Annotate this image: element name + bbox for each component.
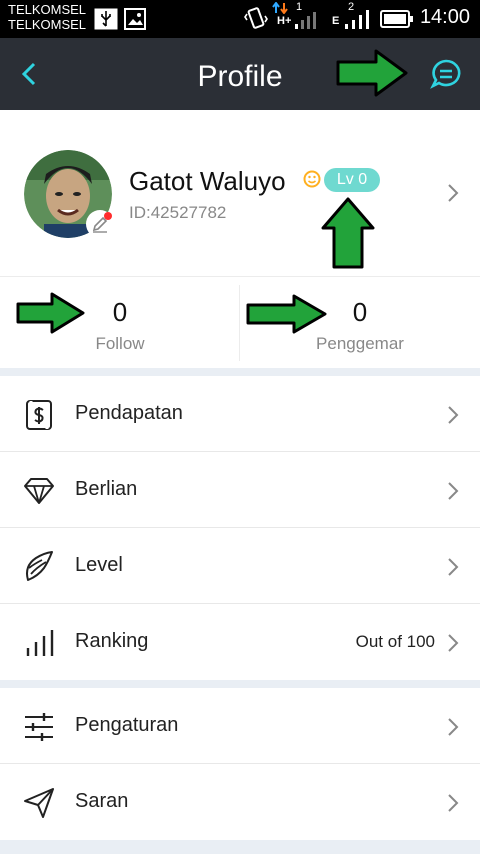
signal-bars-icon	[295, 12, 316, 29]
carrier-name-1: TELKOMSEL	[8, 2, 87, 17]
fans-count: 0	[352, 297, 368, 327]
menu-item-label: Pengaturan	[75, 714, 179, 736]
menu-item-saran[interactable]: Saran	[0, 764, 480, 840]
chevron-right-icon	[448, 634, 459, 652]
status-time: 14:00	[419, 6, 470, 28]
money-document-icon	[26, 400, 52, 430]
app-header: Profile	[0, 38, 480, 110]
profile-card[interactable]: Gatot Waluyo Lv 0 ID:42527782	[0, 110, 480, 276]
menu-item-label: Level	[75, 554, 123, 576]
signal-sim-2: 2 E	[330, 1, 376, 36]
follow-stat[interactable]: 0 Follow	[0, 277, 240, 369]
chevron-right-icon	[448, 406, 459, 424]
vibrate-icon	[244, 7, 268, 29]
pencil-icon	[92, 212, 112, 233]
menu-item-pendapatan[interactable]: Pendapatan	[0, 376, 480, 452]
follow-count: 0	[112, 297, 128, 327]
stats-section: 0 Follow 0 Penggemar	[0, 276, 480, 368]
chevron-right-icon	[448, 558, 459, 576]
menu-group-secondary: Pengaturan Saran	[0, 688, 480, 840]
menu-item-label: Pendapatan	[75, 402, 183, 424]
carrier-name-2: TELKOMSEL	[8, 17, 87, 32]
data-arrows-icon	[272, 2, 288, 14]
chevron-left-icon	[21, 62, 36, 86]
menu-item-pengaturan[interactable]: Pengaturan	[0, 688, 480, 764]
follow-label: Follow	[95, 334, 145, 353]
menu-item-label: Berlian	[75, 478, 138, 500]
level-badge: Lv 0	[324, 168, 380, 192]
signal-bars-icon	[345, 10, 369, 29]
status-bar: TELKOMSEL TELKOMSEL 1 H+ 2 E 14:00	[0, 0, 480, 38]
smiley-icon	[303, 170, 321, 188]
menu-item-label: Saran	[75, 790, 129, 812]
menu-item-berlian[interactable]: Berlian	[0, 452, 480, 528]
fans-label: Penggemar	[316, 334, 404, 353]
menu-item-level[interactable]: Level	[0, 528, 480, 604]
edit-avatar-button[interactable]	[86, 210, 114, 238]
fans-stat[interactable]: 0 Penggemar	[240, 277, 480, 369]
battery-icon	[380, 10, 413, 28]
back-button[interactable]	[14, 58, 46, 90]
usb-icon	[94, 8, 118, 30]
bar-chart-icon	[26, 630, 54, 656]
menu-item-ranking[interactable]: Ranking Out of 100	[0, 604, 480, 680]
signal-sim-1: 1 H+	[272, 1, 320, 36]
profile-id: ID:42527782	[129, 203, 227, 222]
paper-plane-icon	[24, 788, 54, 818]
network-type-1: H+	[277, 15, 292, 27]
wing-icon	[26, 551, 53, 581]
ranking-value: Out of 100	[355, 632, 435, 651]
chevron-right-icon	[448, 794, 459, 812]
profile-name: Gatot Waluyo	[129, 166, 286, 196]
menu-group-primary: Pendapatan Berlian Level Ranking Out of …	[0, 376, 480, 680]
diamond-icon	[24, 478, 54, 504]
chevron-right-icon	[448, 482, 459, 500]
avatar-container[interactable]	[24, 150, 114, 238]
page-title: Profile	[197, 60, 283, 93]
menu-item-label: Ranking	[75, 630, 149, 652]
picture-icon	[124, 8, 146, 30]
chevron-right-icon	[448, 184, 459, 202]
messages-button[interactable]	[430, 58, 462, 90]
message-bubble-icon	[430, 59, 461, 89]
network-type-2: E	[332, 15, 340, 27]
sliders-icon	[25, 713, 53, 741]
chevron-right-icon	[448, 718, 459, 736]
